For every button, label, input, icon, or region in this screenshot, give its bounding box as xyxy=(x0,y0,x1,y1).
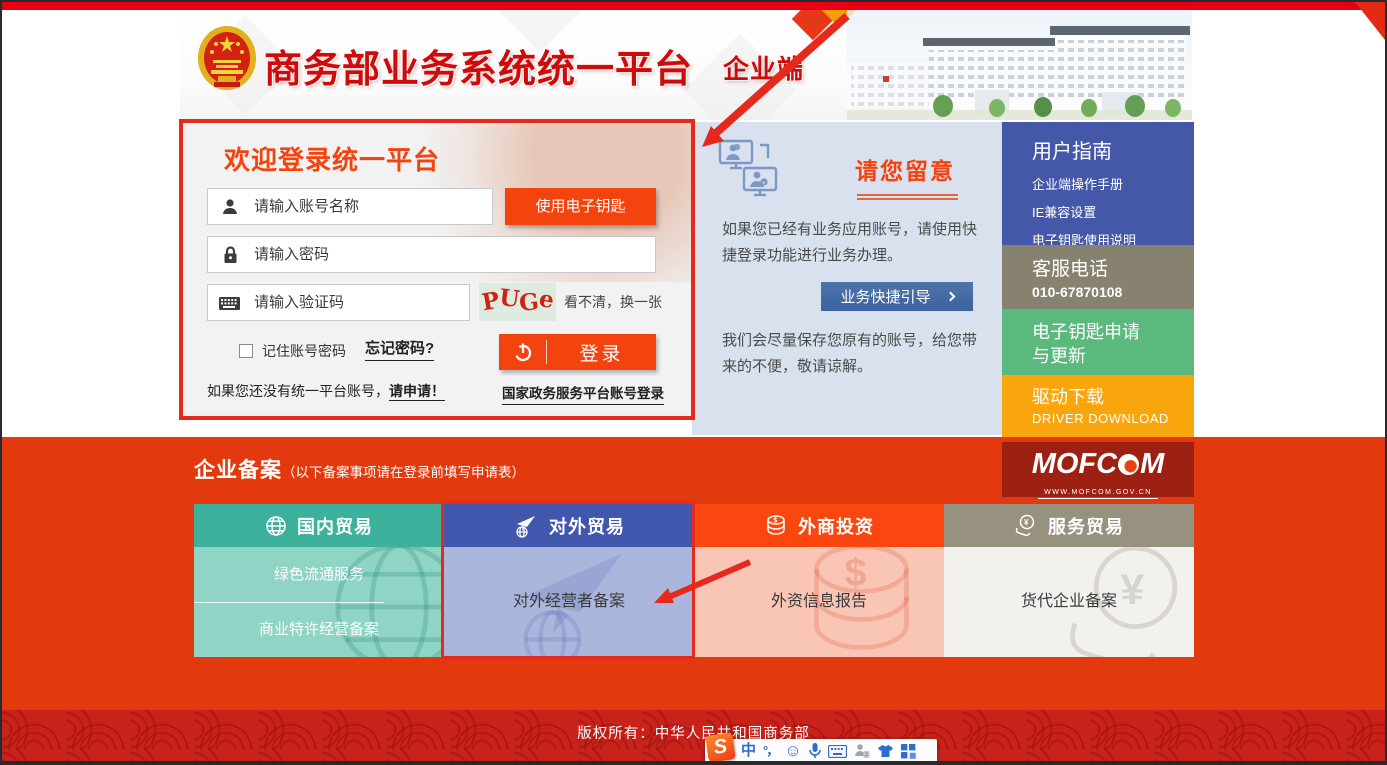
user-doc-icon[interactable] xyxy=(854,743,870,759)
driver-download-subtitle: DRIVER DOWNLOAD xyxy=(1032,411,1194,426)
svg-text:+: + xyxy=(762,181,766,187)
chinese-mode-icon[interactable]: 中 xyxy=(741,739,756,763)
item-franchise-filing[interactable]: 商业特许经营备案 xyxy=(194,602,444,657)
divider xyxy=(194,602,384,603)
account-input[interactable] xyxy=(207,188,493,225)
site-title-text: 商务部业务系统统一平台 xyxy=(264,49,693,91)
item-foreign-operator-filing[interactable]: 对外经营者备案 xyxy=(444,547,694,657)
lock-icon xyxy=(222,245,239,264)
microphone-icon[interactable] xyxy=(809,743,821,759)
user-icon xyxy=(221,198,239,216)
remember-label: 记住账号密码 xyxy=(262,339,346,363)
ekey-login-button[interactable]: 使用电子钥匙 xyxy=(505,188,656,225)
svg-text:$: $ xyxy=(773,517,778,524)
copyright-text: 版权所有：中华人民共和国商务部 xyxy=(2,722,1385,743)
no-account-row: 如果您还没有统一平台账号，请申请！ xyxy=(207,380,445,402)
driver-download-title: 驱动下载 xyxy=(1032,383,1194,409)
mofcom-logo-box[interactable]: MOFC M WWW.MOFCOM.GOV.CN xyxy=(1002,442,1194,497)
site-title: 商务部业务系统统一平台企业端 xyxy=(264,38,804,93)
captcha-refresh-link[interactable]: 看不清，换一张 xyxy=(564,284,662,321)
foreign-trade-body: 对外经营者备案 xyxy=(444,547,694,657)
hotline-title: 客服电话 xyxy=(1032,254,1194,281)
power-icon xyxy=(499,340,547,364)
ekey-apply-box[interactable]: 电子钥匙申请 与更新 xyxy=(1002,309,1194,375)
skin-icon[interactable] xyxy=(877,744,894,758)
password-input[interactable] xyxy=(207,236,656,273)
item-freight-forwarder-filing[interactable]: 货代企业备案 xyxy=(944,547,1194,657)
mofcom-logo-head: MOFC xyxy=(1032,448,1117,481)
notice-title-underline xyxy=(857,194,958,200)
chevron-right-icon xyxy=(945,292,955,302)
notice-paragraph-2: 我们会尽量保存您原有的账号，给您带来的不便，敬请谅解。 xyxy=(722,328,988,381)
captcha-input[interactable] xyxy=(207,284,470,321)
tab-label: 国内贸易 xyxy=(297,513,373,539)
ekey-apply-line2: 与更新 xyxy=(1032,344,1194,368)
filing-title: 企业备案（以下备案事项请在登录前填写申请表） xyxy=(194,454,525,484)
tab-foreign-trade[interactable]: 对外贸易 xyxy=(444,504,694,547)
tab-service-trade[interactable]: ¥ 服务贸易 xyxy=(944,504,1194,547)
hotline-box: 客服电话 010-67870108 xyxy=(1002,245,1194,309)
hand-yen-icon: ¥ xyxy=(1014,514,1038,538)
top-red-bar xyxy=(2,2,1385,10)
item-foreign-capital-report[interactable]: 外资信息报告 xyxy=(694,547,944,657)
remember-checkbox[interactable] xyxy=(239,344,253,358)
domestic-trade-body: 绿色流通服务 商业特许经营备案 xyxy=(194,547,444,657)
tab-label: 对外贸易 xyxy=(549,513,625,539)
header-banner: 商务部业务系统统一平台企业端 xyxy=(180,10,1192,120)
mofcom-logo-tail: M xyxy=(1140,448,1164,481)
svg-text:¥: ¥ xyxy=(1024,518,1029,527)
account-transfer-icon: + xyxy=(718,138,784,200)
mofcom-url: WWW.MOFCOM.GOV.CN xyxy=(1038,489,1158,499)
coins-icon: $ xyxy=(764,514,788,538)
foreign-investment-body: $ 外资信息报告 xyxy=(694,547,944,657)
login-title: 欢迎登录统一平台 xyxy=(224,140,440,177)
ime-toolbar: S 中 °， ☺ xyxy=(705,739,937,763)
no-account-text: 如果您还没有统一平台账号， xyxy=(207,383,389,399)
hotline-number: 010-67870108 xyxy=(1032,284,1194,300)
mofcom-logo: MOFC M xyxy=(1002,448,1194,481)
quick-guide-label: 业务快捷引导 xyxy=(840,286,930,307)
keyboard-icon xyxy=(219,297,240,310)
site-subtitle: 企业端 xyxy=(723,54,804,84)
corner-ribbon-decoration xyxy=(1355,2,1385,40)
apply-link[interactable]: 请申请！ xyxy=(389,383,445,401)
login-button[interactable]: 登录 xyxy=(499,334,656,370)
mofcom-building-photo xyxy=(847,10,1192,120)
service-trade-body: ¥ 货代企业备案 xyxy=(944,547,1194,657)
ekey-apply-line1: 电子钥匙申请 xyxy=(1032,320,1194,344)
punctuation-mode-icon[interactable]: °， xyxy=(763,739,777,763)
user-guide-box: 用户指南 企业端操作手册 IE兼容设置 电子钥匙使用说明 xyxy=(1002,122,1194,245)
tab-domestic-trade[interactable]: 国内贸易 xyxy=(194,504,444,547)
sidebar-link-ie[interactable]: IE兼容设置 xyxy=(1032,202,1194,221)
captcha-image[interactable]: PUGe xyxy=(479,283,556,321)
sogou-logo[interactable]: S xyxy=(705,732,735,762)
forgot-password-link[interactable]: 忘记密码? xyxy=(365,337,434,361)
item-green-circulation[interactable]: 绿色流通服务 xyxy=(194,547,444,602)
mofcom-login-page: 商务部业务系统统一平台企业端 xyxy=(0,0,1387,765)
keyboard-icon[interactable] xyxy=(828,745,847,758)
sidebar-link-manual[interactable]: 企业端操作手册 xyxy=(1032,174,1194,193)
user-guide-title: 用户指南 xyxy=(1032,135,1194,164)
national-emblem-logo xyxy=(196,24,258,94)
plane-globe-icon xyxy=(513,514,539,538)
login-button-label: 登录 xyxy=(547,339,656,366)
tab-label: 外商投资 xyxy=(798,513,874,539)
tab-foreign-investment[interactable]: $ 外商投资 xyxy=(694,504,944,547)
driver-download-box[interactable]: 驱动下载 DRIVER DOWNLOAD xyxy=(1002,375,1194,439)
mofcom-logo-globe-icon xyxy=(1118,454,1139,475)
gov-platform-login-link[interactable]: 国家政务服务平台账号登录 xyxy=(502,382,664,405)
toolbox-icon[interactable] xyxy=(901,744,916,759)
filing-subtitle: （以下备案事项请在登录前填写申请表） xyxy=(282,465,525,480)
tab-label: 服务贸易 xyxy=(1048,513,1124,539)
filing-title-text: 企业备案 xyxy=(194,459,282,482)
quick-guide-button[interactable]: 业务快捷引导 xyxy=(821,282,973,311)
emoji-icon[interactable]: ☺ xyxy=(784,739,801,763)
notice-paragraph-1: 如果您已经有业务应用账号，请使用快捷登录功能进行业务办理。 xyxy=(722,217,988,270)
globe-icon xyxy=(265,515,287,537)
notice-title: 请您留意 xyxy=(855,152,955,186)
